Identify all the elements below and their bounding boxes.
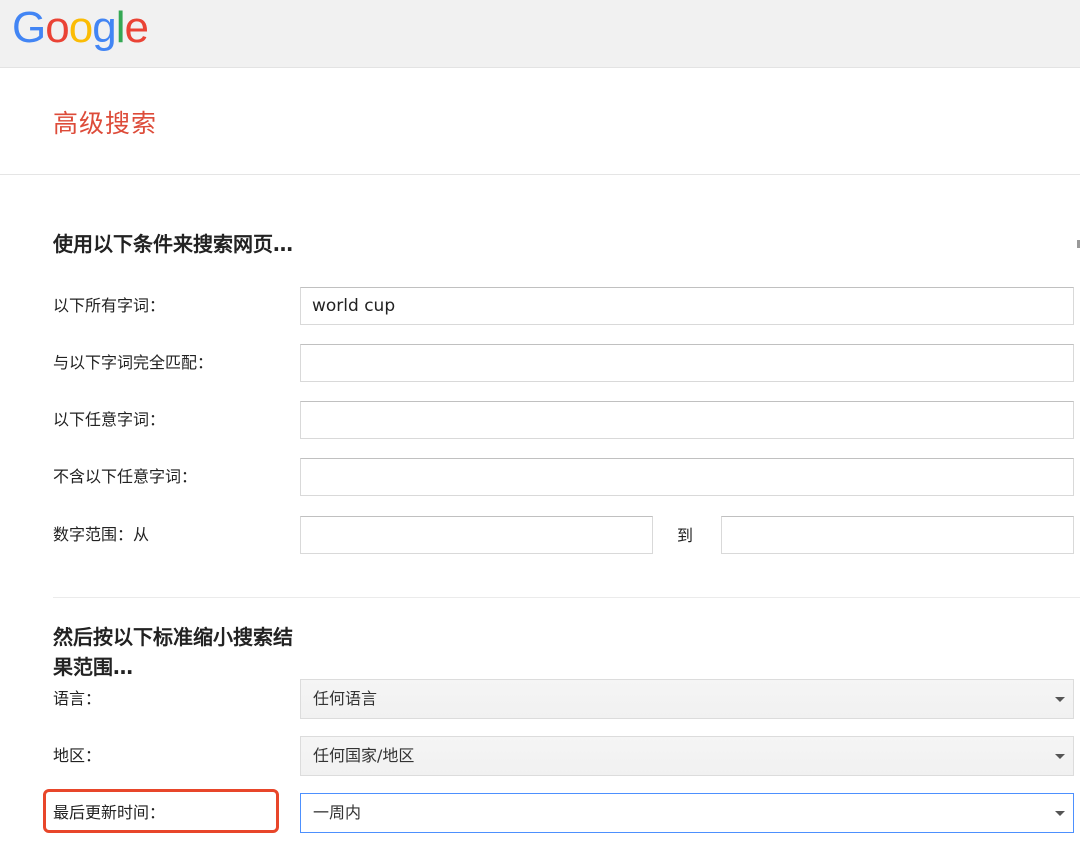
language-label: 语言： (53, 689, 102, 708)
last-update-select-value: 一周内 (313, 803, 362, 822)
logo-letter: o (45, 3, 70, 52)
language-select-value: 任何语言 (313, 689, 378, 708)
logo-letter: o (68, 3, 94, 52)
number-range-label: 数字范围：从 (53, 525, 150, 544)
region-select[interactable]: 任何国家/地区 (300, 736, 1074, 776)
none-words-label: 不含以下任意字词： (53, 467, 198, 486)
top-header-bar: Google (0, 0, 1080, 68)
all-words-label: 以下所有字词： (53, 296, 166, 315)
all-words-input[interactable] (300, 287, 1074, 325)
chevron-down-icon (1055, 697, 1065, 702)
section-title-search-conditions: 使用以下条件来搜索网页… (53, 232, 293, 256)
page-title: 高级搜索 (53, 109, 158, 138)
region-select-value: 任何国家/地区 (313, 746, 415, 765)
google-logo[interactable]: Google (12, 2, 149, 54)
chevron-down-icon (1055, 811, 1065, 816)
logo-letter: g (92, 3, 117, 52)
chevron-down-icon (1055, 754, 1065, 759)
region-label: 地区： (53, 746, 102, 765)
logo-letter: G (12, 3, 46, 52)
exact-phrase-input[interactable] (300, 344, 1074, 382)
logo-letter: e (124, 3, 149, 52)
annotation-highlight-box (43, 789, 279, 833)
exact-phrase-label: 与以下字词完全匹配： (53, 353, 214, 372)
last-update-select[interactable]: 一周内 (300, 793, 1074, 833)
number-to-input[interactable] (721, 516, 1074, 554)
language-select[interactable]: 任何语言 (300, 679, 1074, 719)
page-title-bar: 高级搜索 (0, 68, 1080, 175)
logo-letter: l (115, 3, 126, 52)
section-divider (53, 597, 1080, 598)
section-title-narrow-results: 然后按以下标准缩小搜索结果范围… (53, 625, 293, 679)
any-words-input[interactable] (300, 401, 1074, 439)
none-words-input[interactable] (300, 458, 1074, 496)
number-to-label: 到 (677, 526, 694, 545)
any-words-label: 以下任意字词： (53, 410, 166, 429)
number-from-input[interactable] (300, 516, 653, 554)
